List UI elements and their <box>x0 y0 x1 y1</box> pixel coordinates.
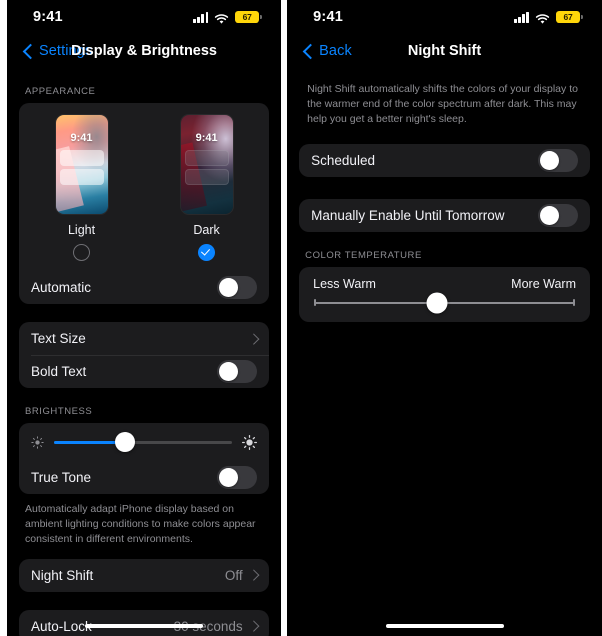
manually-enable-toggle[interactable] <box>538 203 578 227</box>
toggle-knob <box>219 468 239 487</box>
appearance-previews: 9:41 Light 9:41 Dark <box>19 115 269 261</box>
home-indicator-left[interactable] <box>85 623 204 628</box>
cellular-bars-icon <box>193 11 209 23</box>
section-header-appearance: APPEARANCE <box>25 86 96 97</box>
wifi-icon <box>214 12 229 24</box>
row-bold-text[interactable]: Bold Text <box>19 355 270 388</box>
toggle-knob <box>540 205 559 225</box>
sun-low-icon <box>31 435 44 449</box>
scheduled-toggle[interactable] <box>538 148 578 172</box>
battery-percent: 67 <box>563 11 573 22</box>
dark-mode-label: Dark <box>193 223 220 237</box>
dark-mode-checkmark-icon[interactable] <box>198 244 216 261</box>
chevron-left-icon <box>302 43 319 59</box>
phone-display-brightness: 9:41 67 Settings Display & Brightness AP… <box>7 0 282 636</box>
automatic-label: Automatic <box>31 280 92 295</box>
battery-percent: 67 <box>242 11 252 22</box>
status-bar-right: 9:41 67 <box>287 0 602 34</box>
text-size-label: Text Size <box>31 331 86 346</box>
row-true-tone[interactable]: True Tone <box>19 461 269 494</box>
more-warm-label: More Warm <box>511 276 576 291</box>
status-indicators: 67 <box>193 10 263 24</box>
preview-time-light: 9:41 <box>70 132 93 144</box>
color-temperature-slider-track[interactable] <box>314 292 575 314</box>
brightness-slider-track[interactable] <box>54 432 233 452</box>
color-temperature-labels: Less Warm More Warm <box>313 277 576 291</box>
true-tone-label: True Tone <box>31 470 92 485</box>
appearance-card: 9:41 Light 9:41 Dark Automatic <box>19 103 270 304</box>
toggle-knob <box>540 150 559 170</box>
content-left: APPEARANCE 9:41 Light 9:41 Dark Automati… <box>7 68 281 636</box>
night-shift-description: Night Shift automatically shifts the col… <box>307 83 578 126</box>
brightness-card: True Tone <box>19 423 270 494</box>
toggle-knob <box>219 278 239 297</box>
color-temperature-card: Less Warm More Warm <box>299 266 590 322</box>
home-indicator-right[interactable] <box>385 623 504 628</box>
wifi-icon <box>535 12 550 24</box>
preview-notification <box>184 169 229 185</box>
chevron-left-icon <box>22 43 39 59</box>
less-warm-label: Less Warm <box>313 276 376 291</box>
row-automatic[interactable]: Automatic <box>19 271 269 304</box>
color-temperature-slider-thumb[interactable] <box>426 292 448 314</box>
chevron-right-icon <box>248 569 259 581</box>
night-shift-value: Off <box>224 567 243 583</box>
appearance-option-dark[interactable]: 9:41 Dark <box>152 115 262 261</box>
text-size-accessory <box>243 333 259 344</box>
back-button-label: Settings <box>39 43 93 59</box>
true-tone-footnote: Automatically adapt iPhone display based… <box>25 503 256 545</box>
night-shift-card: Night Shift Off <box>19 558 270 592</box>
auto-lock-label: Auto-Lock <box>31 618 92 634</box>
back-button-settings[interactable]: Settings <box>22 43 93 59</box>
appearance-option-light[interactable]: 9:41 Light <box>27 115 137 261</box>
content-right: Night Shift automatically shifts the col… <box>287 68 602 322</box>
toggle-knob <box>219 362 239 381</box>
dark-mode-preview-thumbnail[interactable]: 9:41 <box>180 115 233 214</box>
night-shift-accessory: Off <box>224 567 259 583</box>
back-button[interactable]: Back <box>302 43 352 59</box>
manual-enable-card: Manually Enable Until Tomorrow <box>299 198 590 232</box>
sun-high-icon <box>242 434 258 450</box>
text-options-card: Text Size Bold Text <box>19 322 270 388</box>
light-mode-preview-thumbnail[interactable]: 9:41 <box>55 115 108 214</box>
chevron-right-icon <box>248 620 259 632</box>
chevron-right-icon <box>248 333 259 344</box>
status-time: 9:41 <box>313 9 343 25</box>
nav-bar-right: Back Night Shift <box>287 34 602 68</box>
row-text-size[interactable]: Text Size <box>19 322 269 355</box>
back-button-label: Back <box>319 43 352 59</box>
phone-night-shift: 9:41 67 Back Night Shift Night Shift aut… <box>287 0 602 636</box>
light-mode-label: Light <box>67 223 96 237</box>
section-header-color-temperature: COLOR TEMPERATURE <box>305 249 422 261</box>
status-bar-left: 9:41 67 <box>7 0 281 34</box>
battery-icon: 67 <box>235 10 263 24</box>
preview-notification <box>59 150 104 166</box>
bold-text-toggle[interactable] <box>217 360 258 383</box>
preview-notification <box>184 150 229 166</box>
left-margin <box>0 0 7 636</box>
manually-enable-label: Manually Enable Until Tomorrow <box>311 207 505 223</box>
battery-icon: 67 <box>556 10 583 24</box>
cellular-bars-icon <box>514 11 529 23</box>
screenshot-stage: 9:41 67 Settings Display & Brightness AP… <box>0 0 602 636</box>
status-time: 9:41 <box>33 9 63 25</box>
scheduled-label: Scheduled <box>311 152 375 168</box>
row-night-shift[interactable]: Night Shift Off <box>19 559 269 592</box>
scheduled-card: Scheduled <box>299 143 590 177</box>
preview-time-dark: 9:41 <box>195 132 218 144</box>
row-manually-enable[interactable]: Manually Enable Until Tomorrow <box>299 199 590 232</box>
light-mode-radio[interactable] <box>73 244 91 261</box>
brightness-slider-row[interactable] <box>19 423 269 461</box>
row-scheduled[interactable]: Scheduled <box>299 144 590 177</box>
status-indicators: 67 <box>514 10 583 24</box>
bold-text-label: Bold Text <box>31 364 87 379</box>
section-header-brightness: BRIGHTNESS <box>25 406 93 417</box>
nav-bar-left: Settings Display & Brightness <box>7 34 281 68</box>
true-tone-toggle[interactable] <box>217 466 258 489</box>
preview-notification <box>59 169 104 185</box>
automatic-toggle[interactable] <box>217 276 258 299</box>
brightness-slider-thumb[interactable] <box>115 432 136 452</box>
night-shift-label: Night Shift <box>31 567 94 583</box>
